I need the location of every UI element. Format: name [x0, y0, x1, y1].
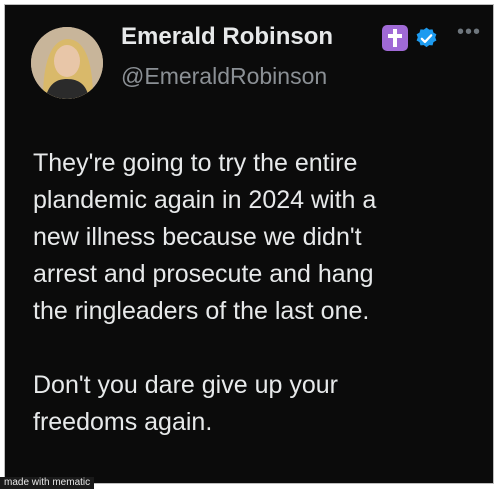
watermark: made with mematic: [0, 477, 95, 489]
author-display-name[interactable]: Emerald Robinson: [121, 23, 333, 51]
verified-icon: [416, 27, 437, 48]
more-options-icon[interactable]: •••: [457, 21, 481, 44]
avatar-photo: [31, 27, 103, 99]
avatar[interactable]: [31, 27, 103, 99]
tweet-text: They're going to try the entire plandemi…: [33, 145, 489, 441]
tweet-card: Emerald Robinson ••• @EmeraldRobinson Th…: [4, 4, 494, 484]
tweet-paragraph: They're going to try the entire plandemi…: [33, 149, 377, 325]
author-handle[interactable]: @EmeraldRobinson: [121, 63, 327, 90]
cross-icon: [382, 25, 408, 51]
tweet-paragraph: Don't you dare give up your freedoms aga…: [33, 371, 338, 436]
